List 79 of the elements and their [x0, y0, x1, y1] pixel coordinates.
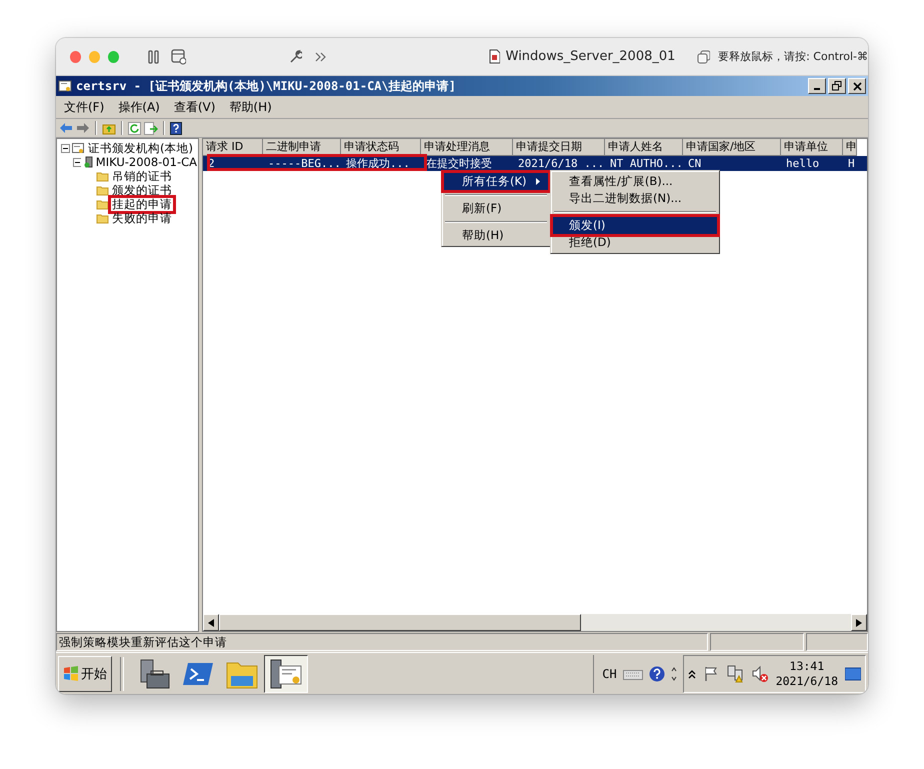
certificate-app-icon	[58, 79, 72, 93]
table-cell-text: -----BEG...	[267, 156, 341, 171]
folder-icon	[96, 170, 109, 182]
table-cell-text: hello	[785, 156, 820, 171]
back-arrow-icon[interactable]	[59, 122, 73, 134]
close-icon	[852, 82, 862, 90]
server-icon	[82, 156, 93, 168]
tree-item[interactable]: 颁发的证书	[111, 184, 173, 196]
context-menu-item[interactable]: 帮助(H)	[444, 227, 548, 244]
scroll-left-icon[interactable]	[208, 618, 214, 626]
forward-arrow-icon[interactable]	[76, 122, 90, 134]
windows-flag-icon	[63, 666, 79, 681]
menu-item[interactable]: 操作(A)	[112, 98, 166, 116]
submenu-item[interactable]: 查看属性/扩展(B)...	[553, 173, 717, 190]
submenu-item[interactable]: 导出二进制数据(N)...	[553, 190, 717, 207]
folder-icon	[96, 198, 109, 210]
column-header[interactable]: 申	[843, 139, 857, 156]
restore-icon	[832, 81, 842, 91]
language-indicator[interactable]: CH	[602, 666, 617, 680]
submenu-item[interactable]: 拒绝(D)	[553, 234, 717, 251]
scroll-right-icon[interactable]	[856, 618, 862, 626]
tree-item[interactable]: 挂起的申请	[111, 198, 173, 210]
certificate-authority-icon	[72, 142, 85, 154]
show-hidden-icons-icon[interactable]	[688, 668, 696, 678]
tree-item[interactable]: MIKU-2008-01-CA	[94, 156, 198, 168]
menu-item[interactable]: 查看(V)	[168, 98, 222, 116]
column-header[interactable]: 申请国家/地区	[683, 139, 781, 156]
terminal-prompt-icon	[182, 660, 214, 686]
release-mouse-hint: 要释放鼠标，请按: Control-⌘	[718, 49, 868, 64]
menu-item[interactable]: 文件(F)	[58, 98, 110, 116]
table-cell-text: 操作成功...	[345, 156, 411, 171]
submenu-arrow-icon	[536, 178, 540, 185]
table-cell-text: NT AUTHO...	[609, 156, 683, 171]
minimize-icon	[814, 88, 820, 90]
keyboard-icon[interactable]	[622, 668, 643, 680]
help-icon[interactable]	[170, 122, 182, 134]
chevron-right-icon[interactable]	[314, 50, 327, 64]
snapshot-icon[interactable]	[171, 48, 186, 64]
show-desktop-icon[interactable]	[845, 666, 861, 680]
tree-item[interactable]: 失败的申请	[111, 212, 173, 224]
context-menu-item[interactable]: 所有任务(K)	[444, 173, 548, 190]
help-icon[interactable]	[648, 666, 665, 682]
options-arrows-icon[interactable]	[670, 666, 677, 682]
start-button[interactable]: 开始	[58, 656, 112, 692]
restore-button[interactable]	[828, 78, 846, 94]
status-text: 强制策略模块重新评估这个申请	[56, 633, 708, 651]
table-cell-text: CN	[687, 156, 702, 171]
tree-item[interactable]: 证书颁发机构(本地)	[87, 142, 194, 154]
certificate-server-icon	[269, 658, 303, 690]
column-header[interactable]: 申请提交日期	[513, 139, 605, 156]
minimize-button[interactable]	[808, 78, 826, 94]
pause-icon[interactable]	[146, 50, 160, 64]
column-header[interactable]: 申请单位	[781, 139, 843, 156]
network-warning-icon[interactable]	[726, 664, 744, 682]
copy-icon[interactable]	[697, 50, 710, 64]
export-list-icon[interactable]	[144, 122, 158, 134]
context-menu-item[interactable]: 刷新(F)	[444, 200, 548, 217]
table-cell-text: 在提交时接受	[425, 156, 493, 171]
refresh-icon[interactable]	[128, 122, 141, 134]
folder-icon	[96, 212, 109, 224]
document-icon	[488, 49, 500, 64]
tree-item[interactable]: 吊销的证书	[111, 170, 173, 182]
column-header[interactable]: 申请人姓名	[605, 139, 683, 156]
table-cell-text: 2021/6/18 ...	[517, 156, 605, 171]
flag-icon[interactable]	[702, 666, 719, 682]
window-title: certsrv - [证书颁发机构(本地)\MIKU-2008-01-CA\挂起的申请]	[76, 78, 456, 94]
menu-item[interactable]: 帮助(H)	[223, 98, 278, 116]
wrench-icon[interactable]	[288, 48, 302, 64]
taskbar-app[interactable]	[264, 654, 308, 692]
folder-icon	[96, 184, 109, 196]
submenu-item[interactable]: 颁发(I)	[553, 217, 717, 234]
vm-title: Windows_Server_2008_01	[506, 49, 676, 64]
table-cell-text: H	[847, 156, 856, 171]
horizontal-scrollbar[interactable]	[203, 614, 867, 631]
collapse-toggle[interactable]	[61, 144, 70, 152]
column-header[interactable]: 申请处理消息	[421, 139, 513, 156]
close-button[interactable]	[848, 78, 866, 94]
collapse-toggle[interactable]	[73, 158, 81, 166]
speaker-muted-icon[interactable]	[750, 664, 769, 682]
